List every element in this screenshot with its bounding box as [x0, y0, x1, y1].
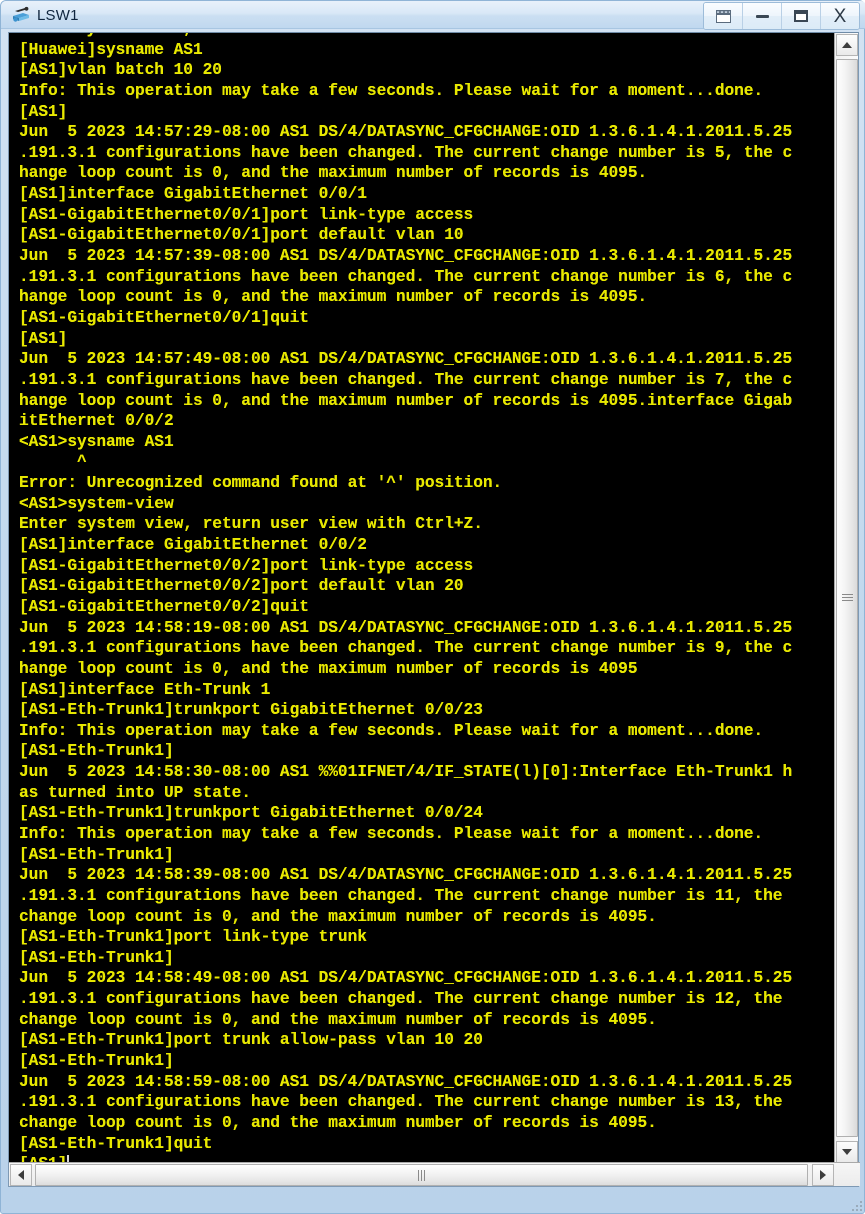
terminal-line: .191.3.1 configurations have been change… [19, 1093, 793, 1112]
terminal-line: [AS1-GigabitEthernet0/0/2]port link-type… [19, 556, 474, 575]
terminal-line: Jun 5 2023 14:57:29-08:00 AS1 DS/4/DATAS… [19, 123, 793, 142]
terminal-line: [AS1-GigabitEthernet0/0/2]quit [19, 597, 309, 616]
scroll-thumb-grip-icon [841, 594, 853, 602]
terminal-line: [AS1-Eth-Trunk1] [19, 1052, 174, 1071]
terminal-line: [AS1]vlan batch 10 20 [19, 61, 222, 80]
terminal-line: [AS1]interface GigabitEthernet 0/0/2 [19, 536, 367, 555]
terminal-line: as turned into UP state. [19, 783, 251, 802]
scroll-down-button[interactable] [836, 1141, 858, 1163]
restore-button[interactable] [704, 3, 743, 29]
terminal-line: change loop count is 0, and the maximum … [19, 1113, 657, 1132]
switch-device-icon [13, 6, 29, 22]
terminal-line: Jun 5 2023 14:58:19-08:00 AS1 DS/4/DATAS… [19, 618, 793, 637]
vertical-scrollbar[interactable] [834, 33, 858, 1164]
scroll-right-button[interactable] [812, 1164, 834, 1186]
close-icon: X [833, 5, 847, 27]
terminal-line: [Huawei]sysname AS1 [19, 40, 203, 59]
terminal-line: hange loop count is 0, and the maximum n… [19, 659, 638, 678]
terminal-line: [AS1-Eth-Trunk1]trunkport GigabitEtherne… [19, 701, 483, 720]
terminal-line: .191.3.1 configurations have been change… [19, 990, 793, 1009]
terminal-line: [AS1-Eth-Trunk1]port trunk allow-pass vl… [19, 1031, 483, 1050]
terminal-line: change loop count is 0, and the maximum … [19, 907, 657, 926]
terminal-line: [AS1]interface GigabitEthernet 0/0/1 [19, 185, 367, 204]
terminal-line: hange loop count is 0, and the maximum n… [19, 391, 793, 410]
terminal-line: Enter system view, return user view with… [19, 33, 792, 40]
terminal-line: .191.3.1 configurations have been change… [19, 370, 793, 389]
terminal-line: Jun 5 2023 14:57:49-08:00 AS1 DS/4/DATAS… [19, 350, 793, 369]
terminal-line: <AS1>sysname AS1 [19, 432, 174, 451]
scroll-left-button[interactable] [10, 1164, 32, 1186]
terminal-line: [AS1-Eth-Trunk1]quit [19, 1134, 213, 1153]
terminal-line: [AS1-Eth-Trunk1] [19, 845, 174, 864]
terminal-line: [AS1] [19, 102, 68, 121]
scroll-thumb-grip-icon [417, 1169, 426, 1181]
terminal-line: [AS1-GigabitEthernet0/0/1]quit [19, 308, 309, 327]
close-button[interactable]: X [821, 3, 859, 29]
terminal-line: hange loop count is 0, and the maximum n… [19, 164, 648, 183]
terminal-line: <AS1>system-view [19, 494, 174, 513]
maximize-button[interactable] [782, 3, 821, 29]
window-titlebar[interactable]: LSW1 X [1, 1, 865, 30]
triangle-left-icon [18, 1170, 24, 1180]
terminal-line: hange loop count is 0, and the maximum n… [19, 288, 648, 307]
minimize-icon [755, 14, 769, 18]
triangle-up-icon [842, 42, 852, 48]
terminal-frame: Enter system view, return user view with… [8, 32, 860, 1187]
window-controls: X [703, 2, 860, 30]
window-title: LSW1 [37, 6, 79, 24]
terminal-line: [AS1-Eth-Trunk1]trunkport GigabitEtherne… [19, 804, 483, 823]
terminal-line: Info: This operation may take a few seco… [19, 81, 764, 100]
terminal-line: [AS1-GigabitEthernet0/0/1]port default v… [19, 226, 464, 245]
terminal-line: Jun 5 2023 14:58:59-08:00 AS1 DS/4/DATAS… [19, 1072, 793, 1091]
terminal-line: Info: This operation may take a few seco… [19, 824, 764, 843]
terminal-line: [AS1]interface Eth-Trunk 1 [19, 680, 271, 699]
restore-window-icon [715, 9, 731, 23]
terminal-line: Info: This operation may take a few seco… [19, 721, 764, 740]
terminal-line: Jun 5 2023 14:58:30-08:00 AS1 %%01IFNET/… [19, 763, 793, 782]
terminal-line: .191.3.1 configurations have been change… [19, 267, 793, 286]
terminal-line: Error: Unrecognized command found at '^'… [19, 474, 503, 493]
terminal-line: [AS1] [19, 329, 68, 348]
triangle-right-icon [820, 1170, 826, 1180]
terminal-window: LSW1 X Enter system view, return user vi [0, 0, 865, 1214]
terminal-line: [AS1-Eth-Trunk1] [19, 742, 174, 761]
terminal-line: [AS1-GigabitEthernet0/0/2]port default v… [19, 577, 464, 596]
horizontal-scrollbar[interactable] [9, 1162, 860, 1186]
terminal-line: change loop count is 0, and the maximum … [19, 1010, 657, 1029]
terminal-line: .191.3.1 configurations have been change… [19, 639, 793, 658]
terminal-line: ^ [19, 453, 87, 472]
window-title-group: LSW1 [11, 1, 79, 29]
horizontal-scroll-thumb[interactable] [35, 1164, 808, 1186]
terminal-output-area[interactable]: Enter system view, return user view with… [9, 33, 835, 1164]
vertical-scroll-thumb[interactable] [836, 59, 858, 1137]
maximize-icon [794, 10, 808, 22]
terminal-line: Jun 5 2023 14:57:39-08:00 AS1 DS/4/DATAS… [19, 247, 793, 266]
terminal-line: [AS1-GigabitEthernet0/0/1]port link-type… [19, 205, 474, 224]
terminal-line: Jun 5 2023 14:58:39-08:00 AS1 DS/4/DATAS… [19, 866, 793, 885]
terminal-line: [AS1-Eth-Trunk1] [19, 948, 174, 967]
terminal-line: itEthernet 0/0/2 [19, 412, 174, 431]
scroll-up-button[interactable] [836, 34, 858, 56]
triangle-down-icon [842, 1149, 852, 1155]
window-resize-grip[interactable] [848, 1197, 862, 1211]
terminal-text: Enter system view, return user view with… [19, 33, 792, 1164]
terminal-line: [AS1-Eth-Trunk1]port link-type trunk [19, 928, 367, 947]
terminal-line: Jun 5 2023 14:58:49-08:00 AS1 DS/4/DATAS… [19, 969, 793, 988]
terminal-line: .191.3.1 configurations have been change… [19, 886, 793, 905]
terminal-line: .191.3.1 configurations have been change… [19, 143, 793, 162]
minimize-button[interactable] [743, 3, 782, 29]
terminal-line: Enter system view, return user view with… [19, 515, 483, 534]
